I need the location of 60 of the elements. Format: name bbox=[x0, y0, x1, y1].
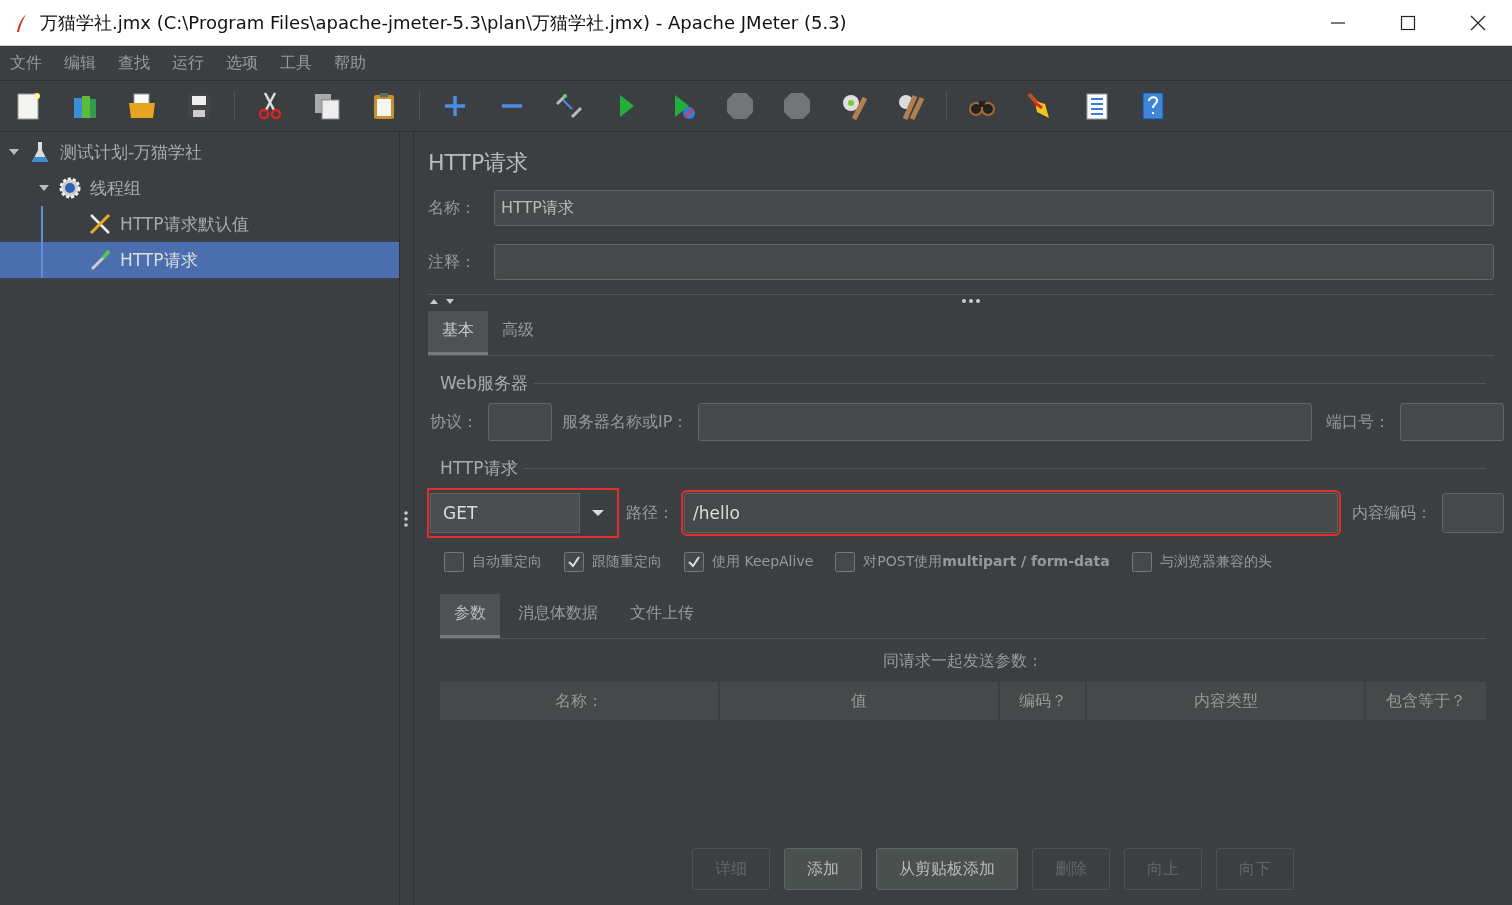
caret-icon bbox=[592, 509, 604, 517]
checkbox-label[interactable]: 使用 KeepAlive bbox=[712, 553, 814, 571]
column-header[interactable]: 编码？ bbox=[1000, 682, 1085, 720]
menu-item[interactable]: 工具 bbox=[280, 52, 312, 74]
checkbox[interactable] bbox=[684, 552, 704, 572]
menu-item[interactable]: 选项 bbox=[226, 52, 258, 74]
encoding-field[interactable] bbox=[1442, 493, 1504, 533]
column-header[interactable]: 值 bbox=[720, 682, 998, 720]
menu-item[interactable]: 运行 bbox=[172, 52, 204, 74]
window-title: 万猫学社.jmx (C:\Program Files\apache-jmeter-5.3\plan\万猫学社.jmx) - Apache JMeter (5.3) bbox=[40, 10, 847, 35]
port-field[interactable] bbox=[1400, 403, 1504, 441]
checkbox[interactable] bbox=[564, 552, 584, 572]
tree-item[interactable]: 测试计划-万猫学社 bbox=[0, 134, 399, 170]
tree-item[interactable]: 线程组 bbox=[0, 170, 399, 206]
action-button[interactable]: 从剪贴板添加 bbox=[876, 848, 1018, 890]
name-field[interactable]: HTTP请求 bbox=[494, 190, 1494, 226]
field-label: 服务器名称或IP： bbox=[562, 411, 689, 433]
table-caption: 同请求一起发送参数： bbox=[883, 651, 1043, 670]
tab[interactable]: 参数 bbox=[440, 594, 500, 638]
field-label: 路径： bbox=[626, 502, 674, 524]
server-field[interactable] bbox=[698, 403, 1312, 441]
group-title: Web服务器 bbox=[440, 372, 529, 395]
checkbox-label[interactable]: 自动重定向 bbox=[472, 553, 542, 571]
menu-item[interactable]: 帮助 bbox=[334, 52, 366, 74]
checkbox-label[interactable]: 与浏览器兼容的头 bbox=[1159, 553, 1272, 571]
group-title: HTTP请求 bbox=[440, 457, 518, 480]
checkbox[interactable] bbox=[835, 552, 856, 572]
checkbox-label[interactable]: 跟随重定向 bbox=[592, 553, 662, 571]
tree-item[interactable]: HTTP请求 bbox=[0, 242, 399, 278]
menu-item[interactable]: 编辑 bbox=[64, 52, 96, 74]
column-header[interactable]: 内容类型 bbox=[1087, 682, 1364, 720]
tab[interactable]: 高级 bbox=[488, 311, 548, 355]
field-label: 名称： bbox=[428, 197, 477, 219]
tab[interactable]: 文件上传 bbox=[616, 594, 708, 638]
protocol-field[interactable] bbox=[488, 403, 552, 441]
drag-handle-icon[interactable] bbox=[961, 298, 981, 304]
menu-item[interactable]: 文件 bbox=[10, 52, 42, 74]
tree-item[interactable]: HTTP请求默认值 bbox=[0, 206, 399, 242]
field-label: 内容编码： bbox=[1352, 502, 1432, 524]
pipette-icon bbox=[88, 248, 112, 272]
tools-icon bbox=[88, 212, 112, 236]
maximize-icon[interactable] bbox=[1400, 14, 1416, 31]
drag-handle-icon[interactable] bbox=[403, 508, 410, 529]
action-button[interactable]: 添加 bbox=[784, 848, 862, 890]
column-header[interactable]: 名称： bbox=[440, 682, 718, 720]
tab[interactable]: 基本 bbox=[428, 311, 488, 355]
column-header[interactable]: 包含等于？ bbox=[1366, 682, 1486, 720]
checkbox[interactable] bbox=[444, 552, 464, 572]
menu-item[interactable]: 查找 bbox=[118, 52, 150, 74]
field-label: 端口号： bbox=[1326, 411, 1390, 433]
close-icon[interactable] bbox=[1470, 14, 1486, 31]
panel-title: HTTP请求 bbox=[428, 149, 530, 177]
comment-field[interactable] bbox=[494, 244, 1494, 280]
tab[interactable]: 消息体数据 bbox=[504, 594, 612, 638]
checkbox[interactable] bbox=[1131, 552, 1152, 572]
checkbox-label[interactable]: 对POST使用multipart / form-data bbox=[863, 553, 1110, 571]
field-label: 协议： bbox=[430, 411, 478, 433]
gear-icon bbox=[58, 176, 82, 200]
path-field[interactable]: /hello bbox=[684, 493, 1338, 533]
field-label: 注释： bbox=[428, 251, 477, 273]
